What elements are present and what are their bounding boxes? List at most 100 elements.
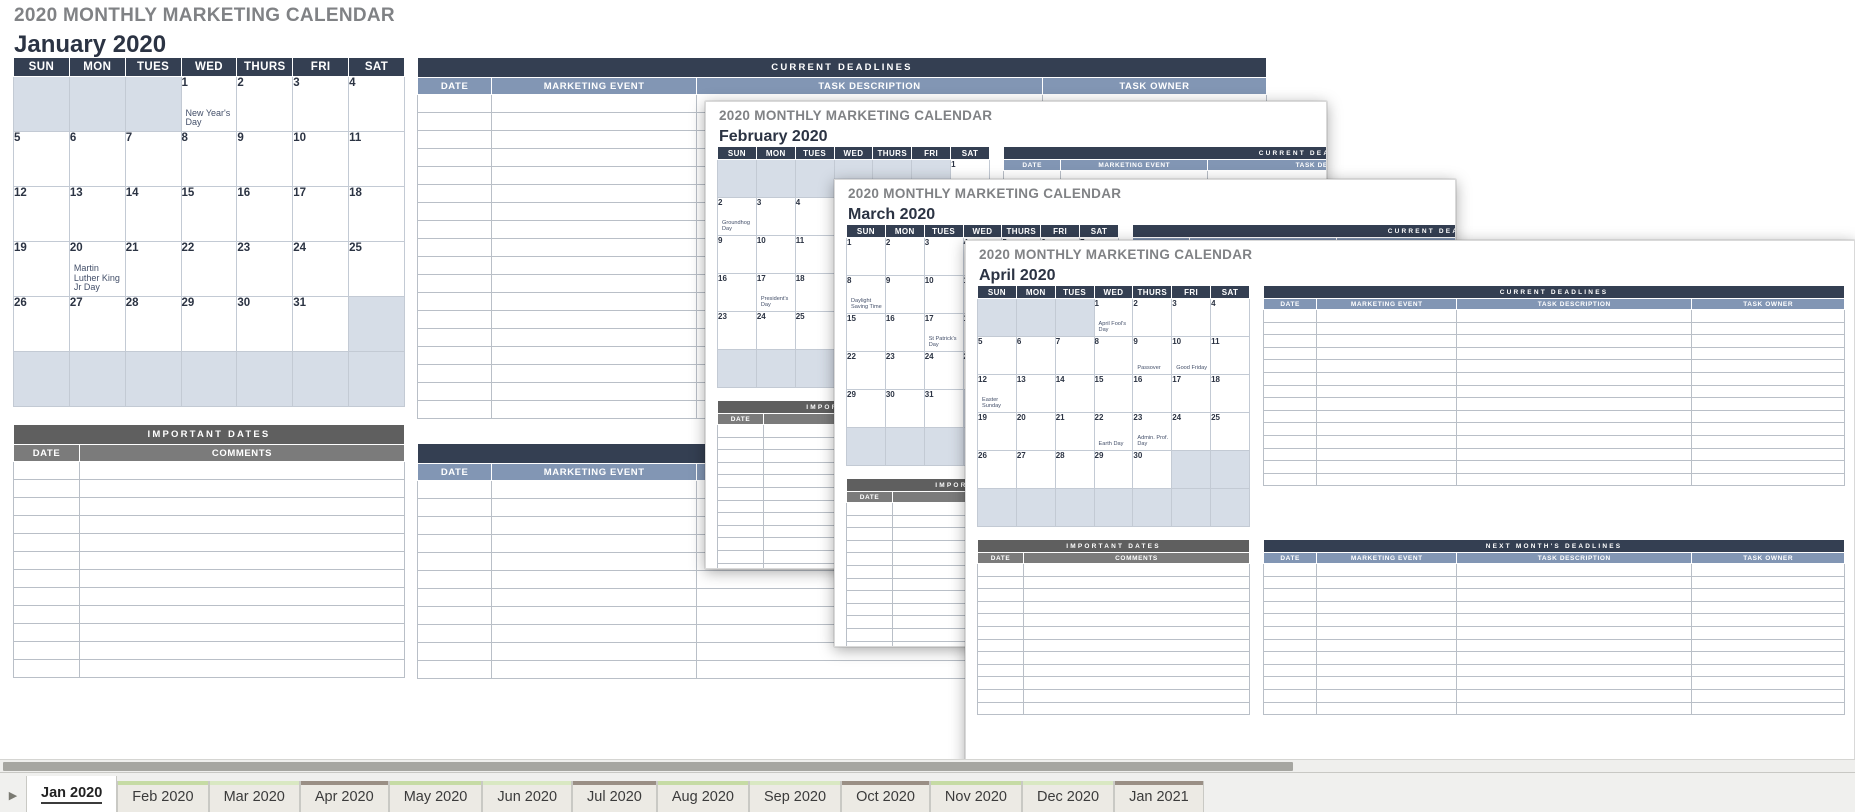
table-cell[interactable] [416,328,493,347]
table-cell[interactable] [1691,447,1845,462]
table-cell[interactable] [1316,397,1458,411]
table-cell[interactable] [79,641,405,660]
calendar-day[interactable]: 23 Admin. Prof. Day [1132,412,1173,451]
table-cell[interactable] [1316,359,1458,373]
table-cell[interactable] [1316,563,1458,577]
table-cell[interactable] [1691,701,1845,716]
table-cell[interactable] [1262,663,1318,678]
table-cell[interactable] [1262,346,1318,361]
table-cell[interactable] [1262,588,1318,602]
calendar-day[interactable]: 3 [923,237,964,276]
table-cell[interactable] [1316,447,1458,462]
table-cell[interactable] [416,94,493,113]
table-cell[interactable] [79,587,405,606]
calendar-day[interactable]: 1 April Fool's Day [1093,298,1134,337]
table-cell[interactable] [846,590,893,604]
sheet-tab-may-2020[interactable]: May 2020 [388,781,483,812]
scrollbar-thumb[interactable] [3,762,1293,771]
table-cell[interactable] [1023,701,1250,716]
table-cell[interactable] [1456,434,1693,449]
table-cell[interactable] [1691,321,1845,336]
table-cell[interactable] [1456,625,1693,640]
table-cell[interactable] [1262,625,1318,640]
table-cell[interactable] [491,112,698,131]
calendar-day[interactable]: 16 [884,313,925,352]
table-cell[interactable] [416,516,493,535]
table-cell[interactable] [1316,346,1458,361]
calendar-day[interactable]: 21 [1054,412,1095,451]
table-cell[interactable] [1456,359,1693,373]
calendar-day[interactable]: 15 [1093,374,1134,413]
table-cell[interactable] [13,587,80,606]
table-cell[interactable] [416,642,493,661]
table-cell[interactable] [1691,688,1845,703]
table-cell[interactable] [13,479,80,498]
table-cell[interactable] [1262,460,1318,474]
table-cell[interactable] [416,184,493,203]
table-cell[interactable] [416,256,493,275]
table-cell[interactable] [416,534,493,553]
calendar-day[interactable]: 13 [68,186,126,242]
table-cell[interactable] [1023,688,1250,703]
sheet-tab-oct-2020[interactable]: Oct 2020 [841,781,930,812]
table-cell[interactable] [491,516,698,535]
table-cell[interactable] [1023,651,1250,665]
table-cell[interactable] [1023,588,1250,602]
table-cell[interactable] [491,310,698,329]
table-cell[interactable] [1316,384,1458,399]
tab-scroll-next-icon[interactable]: ▶ [0,778,26,812]
calendar-day[interactable]: 23 [717,311,757,350]
sheet-tab-dec-2020[interactable]: Dec 2020 [1021,781,1115,812]
calendar-day[interactable]: 3 [755,197,796,236]
table-cell[interactable] [1023,676,1250,690]
table-cell[interactable] [1262,434,1318,449]
table-cell[interactable] [491,480,698,499]
table-cell[interactable] [1316,334,1458,348]
table-cell[interactable] [416,166,493,185]
table-cell[interactable] [1456,701,1693,716]
table-cell[interactable] [416,148,493,167]
table-cell[interactable] [416,588,493,607]
calendar-day[interactable]: 29 [180,296,238,352]
table-cell[interactable] [1262,600,1318,615]
table-cell[interactable] [1456,663,1693,678]
table-cell[interactable] [977,625,1024,640]
table-cell[interactable] [1023,638,1250,653]
table-cell[interactable] [1456,309,1693,323]
table-cell[interactable] [1262,638,1318,653]
table-cell[interactable] [1262,563,1318,577]
calendar-day[interactable]: 8 [180,131,238,187]
table-cell[interactable] [491,552,698,571]
table-cell[interactable] [977,676,1024,690]
calendar-day[interactable]: 20 Martin Luther King Jr Day [68,241,126,297]
calendar-day[interactable]: 12 Easter Sunday [977,374,1017,413]
calendar-day[interactable]: 9 [717,235,757,274]
calendar-day[interactable]: 14 [1054,374,1095,413]
table-cell[interactable] [846,514,893,529]
table-cell[interactable] [79,479,405,498]
table-cell[interactable] [1456,422,1693,436]
table-cell[interactable] [79,497,405,516]
table-cell[interactable] [79,533,405,552]
calendar-day[interactable]: 31 [923,389,964,428]
table-cell[interactable] [491,292,698,311]
calendar-day[interactable]: 3 [292,76,350,132]
calendar-day[interactable]: 6 [1015,336,1056,375]
table-cell[interactable] [1456,460,1693,474]
table-cell[interactable] [416,112,493,131]
calendar-day[interactable]: 26 [977,450,1017,489]
table-cell[interactable] [1691,384,1845,399]
calendar-day[interactable]: 19 [977,412,1017,451]
table-cell[interactable] [1262,359,1318,373]
calendar-day[interactable]: 4 [794,197,835,236]
table-cell[interactable] [491,498,698,517]
table-cell[interactable] [717,486,764,501]
table-cell[interactable] [491,130,698,149]
table-cell[interactable] [416,480,493,499]
table-cell[interactable] [79,461,405,480]
calendar-day[interactable]: 23 [884,351,925,390]
table-cell[interactable] [416,292,493,311]
table-cell[interactable] [491,202,698,221]
calendar-day[interactable]: 25 [348,241,405,297]
calendar-day[interactable]: 22 [180,241,238,297]
